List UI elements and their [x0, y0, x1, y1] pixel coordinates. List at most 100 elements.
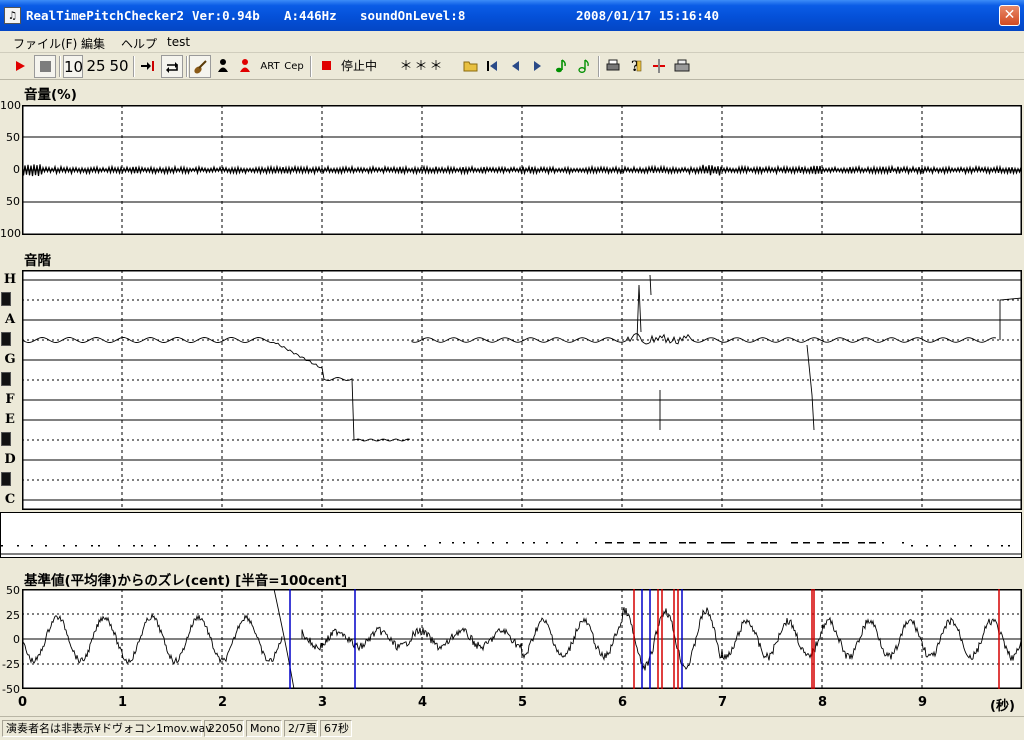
piano-key-black — [1, 332, 11, 346]
next-button[interactable] — [529, 55, 547, 78]
strip-mark — [939, 545, 941, 547]
menu-help[interactable]: ヘルプ — [121, 35, 157, 52]
strip-mark — [689, 542, 696, 544]
app-icon[interactable]: ♫ — [4, 7, 21, 24]
menu-edit[interactable]: 編集 — [81, 35, 105, 52]
person-black-button[interactable] — [213, 55, 233, 78]
cent-plot — [22, 589, 1022, 689]
strip-mark — [633, 542, 640, 544]
x-tick-2: 2 — [218, 695, 228, 710]
cent-ytick-4: -25 — [2, 658, 20, 671]
zoom-25-button[interactable]: 25 — [85, 55, 107, 78]
record-button[interactable] — [316, 55, 336, 78]
menu-file[interactable]: ファイル(F) — [13, 35, 77, 52]
note-green-button[interactable] — [552, 55, 570, 78]
prev-button[interactable] — [506, 55, 524, 78]
strip-mark — [452, 542, 454, 544]
strip-mark — [326, 545, 328, 547]
strip-mark — [728, 542, 735, 544]
note-label-h: H — [3, 272, 17, 287]
strip-mark — [282, 545, 284, 547]
first-button[interactable] — [483, 55, 501, 78]
strip-mark — [226, 545, 228, 547]
cent-ytick-1: 50 — [6, 584, 20, 597]
note-label-c: C — [4, 492, 16, 507]
strip-mark — [721, 542, 728, 544]
help-button[interactable]: ? — [626, 55, 646, 78]
piano-key-black — [1, 372, 11, 386]
note-green-icon — [556, 59, 566, 73]
print-button[interactable] — [603, 55, 623, 78]
volume-plot — [22, 105, 1022, 235]
strip-mark — [17, 545, 19, 547]
cent-ytick-2: 25 — [6, 609, 20, 622]
note-label-d: D — [4, 452, 16, 467]
strip-mark — [407, 545, 409, 547]
menu-test[interactable]: test — [167, 35, 190, 49]
strip-mark — [987, 545, 989, 547]
play-button[interactable] — [9, 55, 31, 78]
strip-mark — [902, 542, 904, 544]
zoom-10-button[interactable]: 10 — [63, 55, 83, 78]
prev-icon — [512, 61, 519, 71]
skip-end-button[interactable] — [137, 55, 159, 78]
pitch-trace — [999, 297, 1022, 340]
person-black-icon — [218, 59, 228, 72]
printer-icon — [674, 59, 690, 72]
status-page: 2/7頁 — [284, 720, 318, 737]
note-label-g: G — [4, 352, 16, 367]
volume-ytick-5: 100 — [0, 227, 21, 240]
x-tick-1: 1 — [118, 695, 128, 710]
cep-button[interactable]: Cep — [283, 55, 305, 78]
strip-mark — [245, 545, 247, 547]
cent-ytick-5: -50 — [2, 683, 20, 696]
piano-key-black — [1, 432, 11, 446]
a-frequency-label: A:446Hz — [284, 8, 337, 23]
status-indicator: 停止中 — [340, 59, 377, 73]
open-folder-button[interactable] — [461, 55, 481, 78]
strip-mark — [258, 545, 260, 547]
person-red-icon — [240, 59, 250, 72]
strip-mark — [31, 545, 33, 547]
print-icon — [606, 59, 620, 71]
status-channels: Mono — [246, 720, 282, 737]
strip-mark — [1, 545, 3, 547]
strip-mark — [576, 542, 578, 544]
printer-button[interactable] — [672, 55, 692, 78]
strip-mark — [312, 545, 314, 547]
folder-open-icon — [463, 61, 478, 72]
status-bar: 演奏者名は非表示¥ドヴォコン1mov.wav 22050 Mono 2/7頁 6… — [0, 716, 1024, 740]
strip-mark — [1008, 545, 1010, 547]
pitch-display: ＊＊＊ — [399, 59, 445, 74]
title-bar: ♫ RealTimePitchChecker2 Ver:0.94b A:446H… — [0, 0, 1024, 31]
art-button[interactable]: ART — [259, 55, 281, 78]
strip-mark — [154, 545, 156, 547]
close-button[interactable]: ✕ — [999, 5, 1020, 26]
strip-mark — [1001, 545, 1003, 547]
strip-mark — [679, 542, 686, 544]
instrument-icon — [194, 60, 207, 74]
piano-key-black — [1, 292, 11, 306]
scale-plot — [22, 270, 1022, 510]
instrument-button[interactable] — [189, 55, 211, 78]
loop-button[interactable] — [161, 55, 183, 78]
strip-mark — [546, 542, 548, 544]
piano-key-black — [1, 472, 11, 486]
pitch-spike — [806, 344, 815, 431]
person-red-button[interactable] — [235, 55, 255, 78]
help-icon: ? — [631, 59, 642, 74]
menu-bar: ファイル(F) 編集 ヘルプ test — [0, 31, 1024, 53]
strip-mark — [477, 542, 479, 544]
strip-mark — [266, 545, 268, 547]
marker-button[interactable] — [649, 55, 669, 78]
strip-mark — [707, 542, 714, 544]
strip-mark — [617, 542, 624, 544]
stop-button[interactable] — [34, 55, 56, 78]
status-duration: 67秒 — [320, 720, 352, 737]
status-rate: 22050 — [204, 720, 244, 737]
strip-mark — [533, 542, 535, 544]
note-outline-button[interactable] — [575, 55, 593, 78]
strip-mark — [384, 545, 386, 547]
note-outline-icon — [578, 59, 589, 73]
zoom-50-button[interactable]: 50 — [108, 55, 130, 78]
